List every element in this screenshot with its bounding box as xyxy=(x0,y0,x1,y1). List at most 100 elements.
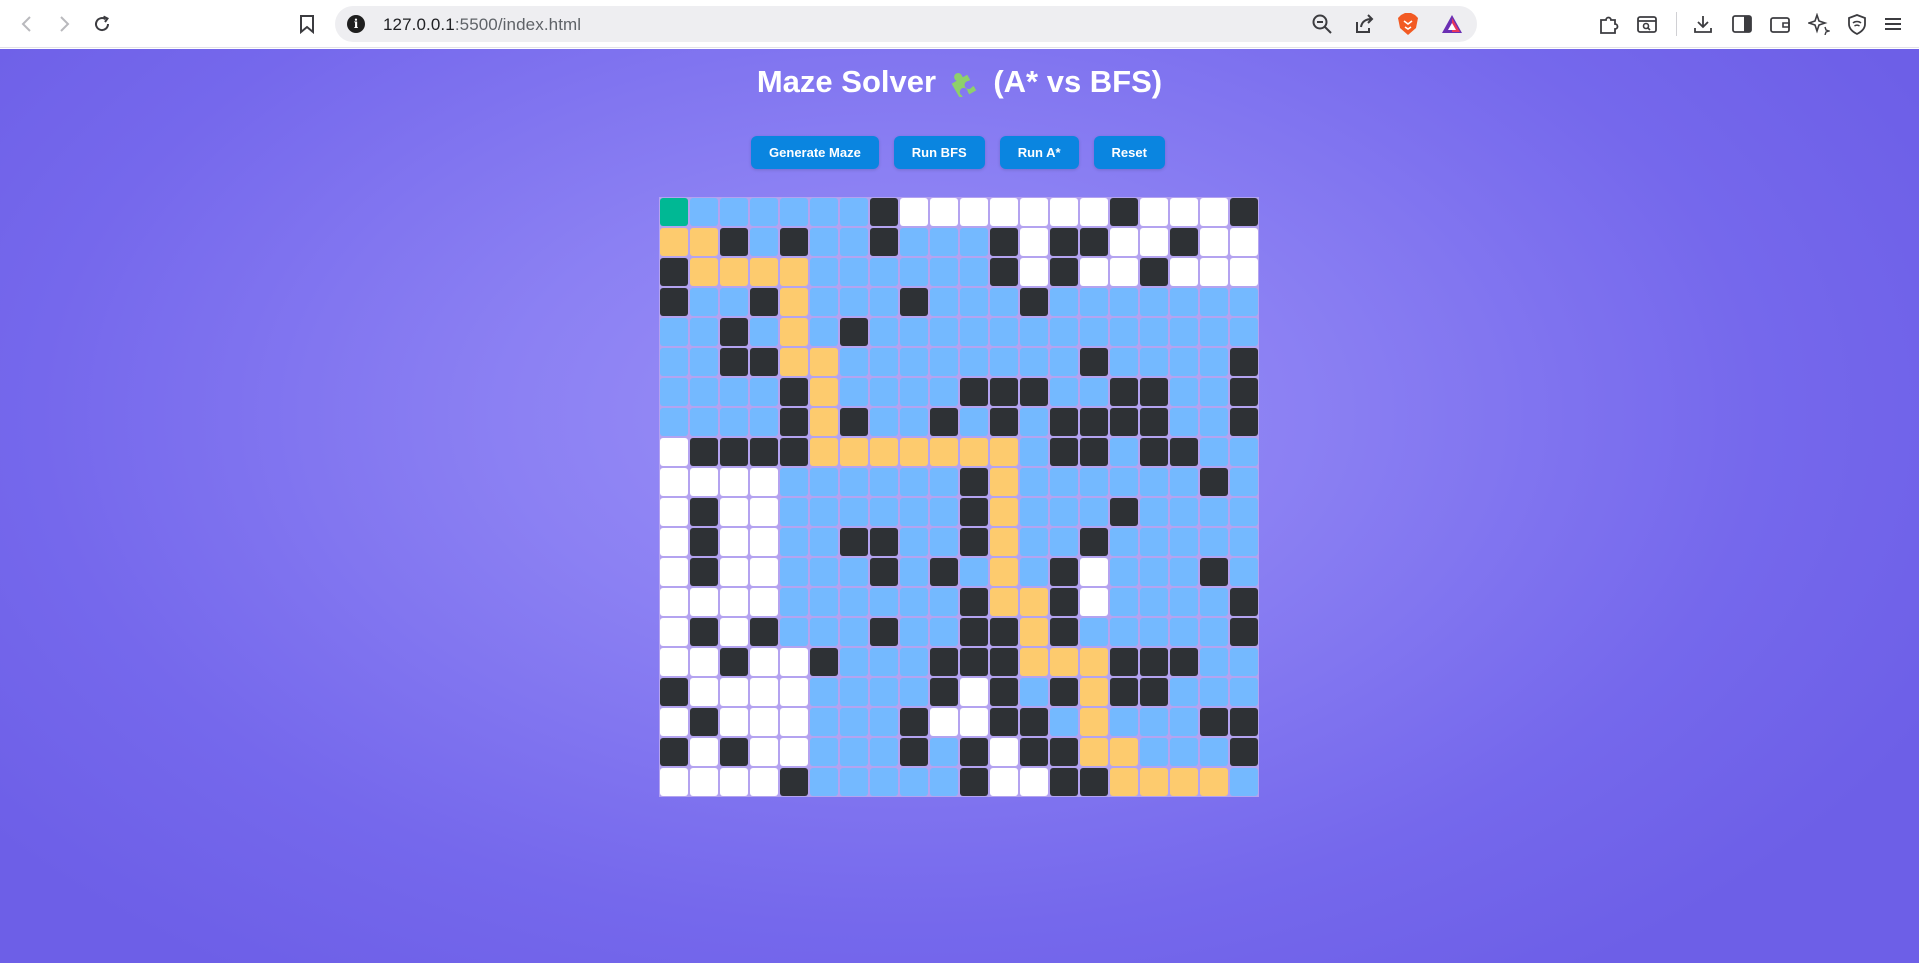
maze-cell-visited[interactable] xyxy=(1230,288,1258,316)
maze-cell-visited[interactable] xyxy=(900,348,928,376)
maze-cell-visited[interactable] xyxy=(870,258,898,286)
maze-cell-wall[interactable] xyxy=(960,498,988,526)
maze-cell-wall[interactable] xyxy=(900,288,928,316)
maze-cell-open[interactable] xyxy=(1020,198,1048,226)
maze-cell-open[interactable] xyxy=(960,198,988,226)
maze-cell-wall[interactable] xyxy=(840,408,868,436)
maze-cell-open[interactable] xyxy=(990,738,1018,766)
maze-cell-visited[interactable] xyxy=(1230,528,1258,556)
maze-cell-visited[interactable] xyxy=(840,378,868,406)
maze-cell-path[interactable] xyxy=(660,228,688,256)
maze-cell-open[interactable] xyxy=(1200,198,1228,226)
maze-cell-visited[interactable] xyxy=(1110,558,1138,586)
maze-cell-visited[interactable] xyxy=(870,648,898,676)
maze-cell-visited[interactable] xyxy=(1050,378,1078,406)
maze-cell-visited[interactable] xyxy=(840,678,868,706)
maze-cell-visited[interactable] xyxy=(1200,378,1228,406)
maze-cell-wall[interactable] xyxy=(720,228,748,256)
maze-cell-wall[interactable] xyxy=(660,738,688,766)
bookmark-button[interactable] xyxy=(292,9,322,39)
maze-cell-open[interactable] xyxy=(1200,258,1228,286)
maze-cell-wall[interactable] xyxy=(930,678,958,706)
maze-cell-wall[interactable] xyxy=(780,378,808,406)
maze-cell-wall[interactable] xyxy=(960,378,988,406)
maze-cell-wall[interactable] xyxy=(840,318,868,346)
maze-cell-wall[interactable] xyxy=(810,648,838,676)
maze-cell-visited[interactable] xyxy=(1170,408,1198,436)
sidebar-button[interactable] xyxy=(1729,11,1755,37)
maze-cell-path[interactable] xyxy=(1080,648,1108,676)
maze-cell-path[interactable] xyxy=(840,438,868,466)
maze-cell-open[interactable] xyxy=(1080,588,1108,616)
maze-cell-wall[interactable] xyxy=(1200,558,1228,586)
maze-grid[interactable] xyxy=(659,197,1259,797)
maze-cell-visited[interactable] xyxy=(840,618,868,646)
maze-cell-wall[interactable] xyxy=(1200,468,1228,496)
maze-cell-wall[interactable] xyxy=(930,648,958,676)
maze-cell-open[interactable] xyxy=(1020,258,1048,286)
maze-cell-wall[interactable] xyxy=(1050,588,1078,616)
maze-cell-visited[interactable] xyxy=(900,618,928,646)
maze-cell-open[interactable] xyxy=(1230,258,1258,286)
maze-cell-visited[interactable] xyxy=(1050,528,1078,556)
maze-cell-visited[interactable] xyxy=(1050,498,1078,526)
maze-cell-open[interactable] xyxy=(930,708,958,736)
maze-cell-open[interactable] xyxy=(750,678,778,706)
maze-cell-wall[interactable] xyxy=(1140,408,1168,436)
maze-cell-visited[interactable] xyxy=(1170,318,1198,346)
maze-cell-visited[interactable] xyxy=(810,498,838,526)
maze-cell-path[interactable] xyxy=(990,438,1018,466)
maze-cell-path[interactable] xyxy=(1110,768,1138,796)
maze-cell-visited[interactable] xyxy=(900,498,928,526)
maze-cell-visited[interactable] xyxy=(870,288,898,316)
maze-cell-visited[interactable] xyxy=(750,198,778,226)
maze-cell-wall[interactable] xyxy=(1140,678,1168,706)
maze-cell-visited[interactable] xyxy=(840,498,868,526)
maze-cell-visited[interactable] xyxy=(780,498,808,526)
maze-cell-visited[interactable] xyxy=(1110,468,1138,496)
maze-cell-open[interactable] xyxy=(990,198,1018,226)
maze-cell-open[interactable] xyxy=(990,768,1018,796)
maze-cell-wall[interactable] xyxy=(900,738,928,766)
maze-cell-visited[interactable] xyxy=(840,558,868,586)
maze-cell-visited[interactable] xyxy=(1140,498,1168,526)
maze-cell-visited[interactable] xyxy=(1200,738,1228,766)
maze-cell-visited[interactable] xyxy=(1110,618,1138,646)
maze-cell-visited[interactable] xyxy=(1050,348,1078,376)
maze-cell-open[interactable] xyxy=(750,528,778,556)
maze-cell-open[interactable] xyxy=(750,558,778,586)
reset-button[interactable]: Reset xyxy=(1093,136,1165,169)
maze-cell-visited[interactable] xyxy=(1110,348,1138,376)
maze-cell-visited[interactable] xyxy=(1230,438,1258,466)
maze-cell-wall[interactable] xyxy=(1170,648,1198,676)
maze-cell-wall[interactable] xyxy=(720,738,748,766)
maze-cell-visited[interactable] xyxy=(1170,288,1198,316)
maze-cell-visited[interactable] xyxy=(810,708,838,736)
maze-cell-visited[interactable] xyxy=(750,378,778,406)
maze-cell-visited[interactable] xyxy=(960,408,988,436)
maze-cell-path[interactable] xyxy=(750,258,778,286)
maze-cell-wall[interactable] xyxy=(1230,708,1258,736)
maze-cell-wall[interactable] xyxy=(1080,438,1108,466)
maze-cell-path[interactable] xyxy=(990,558,1018,586)
maze-cell-open[interactable] xyxy=(720,528,748,556)
maze-cell-visited[interactable] xyxy=(900,318,928,346)
maze-cell-visited[interactable] xyxy=(1080,468,1108,496)
maze-cell-visited[interactable] xyxy=(900,378,928,406)
maze-cell-open[interactable] xyxy=(720,498,748,526)
reload-button[interactable] xyxy=(87,9,117,39)
maze-cell-visited[interactable] xyxy=(690,318,718,346)
maze-cell-path[interactable] xyxy=(1020,588,1048,616)
maze-cell-visited[interactable] xyxy=(810,738,838,766)
maze-cell-visited[interactable] xyxy=(1200,318,1228,346)
maze-cell-visited[interactable] xyxy=(660,348,688,376)
maze-cell-visited[interactable] xyxy=(720,378,748,406)
maze-cell-open[interactable] xyxy=(720,768,748,796)
maze-cell-visited[interactable] xyxy=(840,768,868,796)
maze-cell-wall[interactable] xyxy=(1170,438,1198,466)
maze-cell-wall[interactable] xyxy=(960,468,988,496)
brave-shields-button[interactable] xyxy=(1397,13,1419,35)
maze-cell-wall[interactable] xyxy=(990,708,1018,736)
maze-cell-wall[interactable] xyxy=(1020,738,1048,766)
maze-cell-visited[interactable] xyxy=(720,198,748,226)
